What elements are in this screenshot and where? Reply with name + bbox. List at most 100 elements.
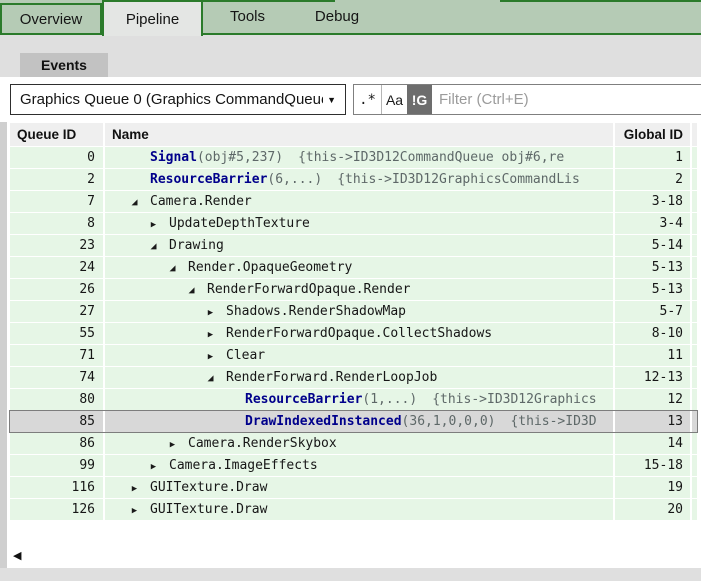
api-call-detail: {this->ID3D12CommandQueue obj#6,re — [298, 150, 564, 165]
event-label: Camera.RenderSkybox — [188, 436, 337, 451]
collapsed-arrow-icon[interactable]: ▶ — [204, 325, 217, 344]
events-panel: Graphics Queue 0 (Graphics CommandQueue)… — [0, 77, 701, 568]
table-row[interactable]: 27▶Shadows.RenderShadowMap5-7 — [10, 301, 697, 322]
row-filler — [692, 235, 697, 256]
glob-toggle-button[interactable]: !G — [407, 85, 432, 114]
event-name-cell: ResourceBarrier(6,...){this->ID3D12Graph… — [105, 169, 613, 190]
collapsed-arrow-icon[interactable]: ▶ — [204, 303, 217, 322]
row-filler — [692, 279, 697, 300]
collapsed-arrow-icon[interactable]: ▶ — [166, 435, 179, 454]
tab-pipeline[interactable]: Pipeline — [102, 0, 203, 36]
queue-id-value: 2 — [10, 169, 103, 190]
row-filler — [692, 433, 697, 454]
scroll-left-icon[interactable]: ◀ — [13, 545, 21, 567]
api-call-args: (6,...) — [267, 172, 322, 187]
table-row[interactable]: 85DrawIndexedInstanced(36,1,0,0,0){this-… — [10, 411, 697, 432]
column-header-name[interactable]: Name — [105, 123, 613, 146]
global-id-value: 3-18 — [615, 191, 690, 212]
table-row[interactable]: 7 ◢ Camera.Render 3-18 — [10, 191, 697, 212]
queue-id-value: 85 — [10, 411, 103, 432]
table-header: Queue ID Name Global ID — [10, 123, 697, 146]
global-id-value: 3-4 — [615, 213, 690, 234]
row-filler — [692, 191, 697, 212]
table-row[interactable]: 23◢Drawing5-14 — [10, 235, 697, 256]
api-call-detail: {this->ID3D12GraphicsCommandLis — [337, 172, 580, 187]
match-case-toggle-button[interactable]: Aa — [382, 85, 407, 114]
row-filler — [692, 257, 697, 278]
column-header-filler — [692, 123, 697, 146]
event-label: GUITexture.Draw — [150, 502, 267, 517]
event-name-cell: ▶GUITexture.Draw — [105, 477, 613, 498]
tab-overview[interactable]: Overview — [0, 3, 102, 33]
event-label: RenderForwardOpaque.Render — [207, 282, 411, 297]
row-filler — [692, 367, 697, 388]
table-row[interactable]: 86▶Camera.RenderSkybox14 — [10, 433, 697, 454]
global-id-value: 12-13 — [615, 367, 690, 388]
table-row[interactable]: 116▶GUITexture.Draw19 — [10, 477, 697, 498]
horizontal-scrollbar[interactable]: ◀ — [10, 545, 697, 567]
global-id-value: 14 — [615, 433, 690, 454]
table-row[interactable]: 24◢Render.OpaqueGeometry5-13 — [10, 257, 697, 278]
api-call-args: (1,...) — [362, 392, 417, 407]
tab-events[interactable]: Events — [20, 53, 108, 77]
queue-select-dropdown[interactable]: Graphics Queue 0 (Graphics CommandQueue)… — [10, 84, 346, 115]
api-call-args: (36,1,0,0,0) — [402, 414, 496, 429]
expanded-arrow-icon[interactable]: ◢ — [166, 258, 179, 278]
row-filler — [692, 301, 697, 322]
table-row[interactable]: 2ResourceBarrier(6,...){this->ID3D12Grap… — [10, 169, 697, 190]
event-name-cell: ▶ RenderForwardOpaque.CollectShadows — [105, 323, 613, 344]
table-row[interactable]: 55▶RenderForwardOpaque.CollectShadows8-1… — [10, 323, 697, 344]
column-header-queue-id[interactable]: Queue ID — [10, 123, 103, 146]
table-row[interactable]: 126▶GUITexture.Draw20 — [10, 499, 697, 520]
global-id-value: 8-10 — [615, 323, 690, 344]
table-row[interactable]: 99▶Camera.ImageEffects15-18 — [10, 455, 697, 476]
table-row[interactable]: 71▶Clear11 — [10, 345, 697, 366]
table-row[interactable]: 8▶UpdateDepthTexture3-4 — [10, 213, 697, 234]
global-id-value: 5-7 — [615, 301, 690, 322]
event-name-cell: ◢ Render.OpaqueGeometry — [105, 257, 613, 278]
api-call-detail: {this->ID3D12Graphics — [432, 392, 596, 407]
tab-bar-accent-line — [500, 0, 701, 2]
event-name-cell: ▶ Camera.RenderSkybox — [105, 433, 613, 454]
event-label: Shadows.RenderShadowMap — [226, 304, 406, 319]
table-row[interactable]: 26◢RenderForwardOpaque.Render5-13 — [10, 279, 697, 300]
event-label: Camera.ImageEffects — [169, 458, 318, 473]
queue-id-value: 116 — [10, 477, 103, 498]
table-row[interactable]: 0Signal(obj#5,237){this->ID3D12CommandQu… — [10, 147, 697, 168]
collapsed-arrow-icon[interactable]: ▶ — [128, 501, 141, 520]
event-tree: 0Signal(obj#5,237){this->ID3D12CommandQu… — [10, 147, 697, 521]
collapsed-arrow-icon[interactable]: ▶ — [204, 347, 217, 366]
queue-id-value: 7 — [10, 191, 103, 212]
global-id-value: 11 — [615, 345, 690, 366]
filter-input[interactable] — [432, 85, 701, 114]
expanded-arrow-icon[interactable]: ◢ — [147, 236, 160, 256]
tab-tools[interactable]: Tools — [203, 0, 292, 33]
row-filler — [692, 455, 697, 476]
table-row[interactable]: 74◢RenderForward.RenderLoopJob12-13 — [10, 367, 697, 388]
event-label: Render.OpaqueGeometry — [188, 260, 352, 275]
event-name-cell: ▶Clear — [105, 345, 613, 366]
main-tab-bar: OverviewPipelineToolsDebug — [0, 0, 701, 33]
tab-debug[interactable]: Debug — [292, 0, 382, 33]
row-filler — [692, 147, 697, 168]
row-filler — [692, 323, 697, 344]
expanded-arrow-icon[interactable]: ◢ — [185, 280, 198, 300]
expanded-arrow-icon[interactable]: ◢ — [128, 192, 141, 212]
row-filler — [692, 389, 697, 410]
expanded-arrow-icon[interactable]: ◢ — [204, 368, 217, 388]
collapsed-arrow-icon[interactable]: ▶ — [128, 479, 141, 498]
row-filler — [692, 411, 697, 432]
event-name-cell: ◢ RenderForwardOpaque.Render — [105, 279, 613, 300]
global-id-value: 2 — [615, 169, 690, 190]
collapsed-arrow-icon[interactable]: ▶ — [147, 457, 160, 476]
table-row[interactable]: 80ResourceBarrier(1,...){this->ID3D12Gra… — [10, 389, 697, 410]
event-name-cell: ◢Drawing — [105, 235, 613, 256]
event-label: Camera.Render — [150, 194, 252, 209]
collapsed-arrow-icon[interactable]: ▶ — [147, 215, 160, 234]
event-name-cell: ▶UpdateDepthTexture — [105, 213, 613, 234]
regex-toggle-button[interactable]: .* — [354, 85, 382, 114]
event-label: RenderForwardOpaque.CollectShadows — [226, 326, 492, 341]
row-filler — [692, 213, 697, 234]
row-filler — [692, 477, 697, 498]
column-header-global-id[interactable]: Global ID — [615, 123, 690, 146]
